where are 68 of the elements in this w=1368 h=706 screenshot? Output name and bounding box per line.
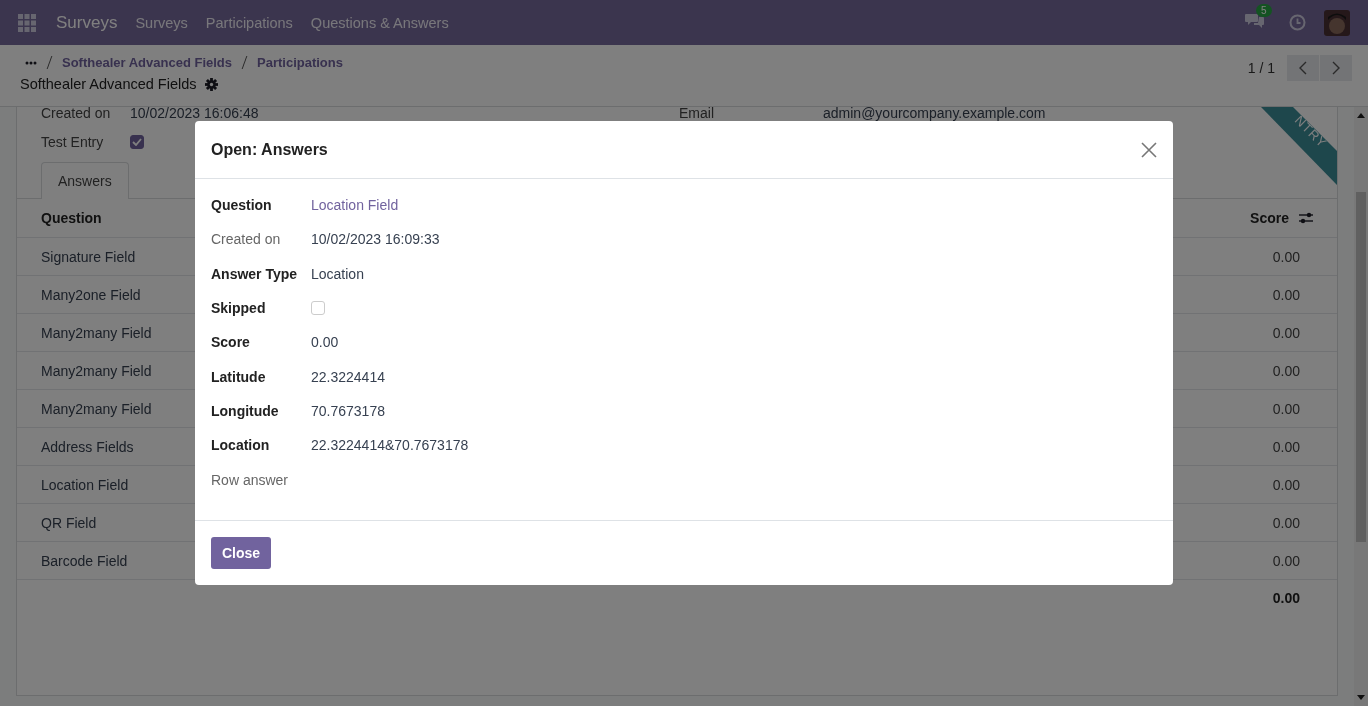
field-label: Longitude [211, 402, 280, 419]
test-entry-checkbox[interactable] [130, 135, 144, 149]
field-label: Skipped [211, 300, 267, 317]
table-cell: Signature Field [41, 248, 136, 265]
table-cell: Many2one Field [41, 286, 141, 303]
table-cell: QR Field [41, 514, 97, 531]
record-title: Softhealer Advanced Fields [20, 76, 197, 92]
chevron-left-icon [1299, 61, 1307, 75]
field-label: Email [679, 107, 715, 120]
column-settings-icon[interactable] [1299, 212, 1313, 224]
table-cell: 0.00 [1272, 438, 1300, 455]
field-label: Question [211, 197, 273, 214]
pager-value: 1 / 1 [1247, 60, 1275, 76]
apps-menu-icon[interactable] [18, 13, 36, 32]
skipped-checkbox[interactable] [311, 301, 325, 316]
previous-button[interactable] [1287, 55, 1319, 81]
close-icon[interactable] [1141, 141, 1157, 158]
table-cell: Address Fields [41, 438, 134, 455]
table-cell: 0.00 [1272, 552, 1300, 569]
table-cell: Many2many Field [41, 400, 152, 417]
field-label: Created on [41, 107, 112, 120]
score-total: 0.00 [1272, 590, 1300, 606]
field-value: 10/02/2023 16:09:33 [311, 231, 440, 248]
table-cell: Many2many Field [41, 324, 152, 341]
close-button[interactable]: Close [211, 537, 272, 569]
message-count-badge: 5 [1256, 4, 1272, 17]
column-header[interactable]: Score [1250, 210, 1289, 226]
field-value: 22.3224414&70.7673178 [311, 437, 469, 454]
question-link[interactable]: Location Field [311, 197, 399, 214]
next-button[interactable] [1320, 55, 1352, 81]
field-value: 22.3224414 [311, 368, 385, 385]
field-label: Latitude [211, 368, 267, 385]
dialog-title: Open: Answers [211, 140, 328, 159]
avatar-icon[interactable] [1324, 9, 1350, 36]
table-cell: 0.00 [1272, 248, 1300, 265]
menu-item[interactable]: Surveys [135, 14, 188, 31]
app-name[interactable]: Surveys [56, 12, 118, 33]
field-value: 0.00 [311, 334, 339, 351]
menu-item[interactable]: Questions & Answers [310, 14, 449, 31]
tab[interactable]: Answers [41, 162, 129, 199]
table-cell: 0.00 [1272, 286, 1300, 303]
table-cell: Barcode Field [41, 552, 128, 569]
field-value: 70.7673178 [311, 402, 385, 419]
scroll-up-icon[interactable] [1357, 113, 1365, 118]
clock-icon[interactable] [1289, 14, 1306, 31]
scrollbar-thumb[interactable] [1356, 192, 1366, 542]
field-label: Row answer [211, 471, 290, 488]
table-cell: 0.00 [1272, 324, 1300, 341]
field-value: Location [311, 265, 364, 282]
field-label: Answer Type [211, 265, 299, 282]
menu-item[interactable]: Participations [205, 14, 293, 31]
scroll-down-icon[interactable] [1357, 695, 1365, 700]
breadcrumb-link[interactable]: Participations [257, 55, 343, 70]
breadcrumb-link[interactable]: Softhealer Advanced Fields [62, 55, 232, 70]
chevron-right-icon [1332, 61, 1340, 75]
ellipsis-icon[interactable] [25, 60, 37, 65]
field-label: Created on [211, 231, 282, 248]
table-cell: 0.00 [1272, 514, 1300, 531]
table-cell: 0.00 [1272, 362, 1300, 379]
field-label: Test Entry [41, 134, 105, 150]
field-label: Location [211, 437, 271, 454]
settings-icon[interactable] [204, 77, 218, 91]
table-cell: 0.00 [1272, 476, 1300, 493]
table-cell: Many2many Field [41, 362, 152, 379]
table-cell: Location Field [41, 476, 129, 493]
table-cell: 0.00 [1272, 400, 1300, 417]
field-label: Score [211, 334, 251, 351]
chat-icon[interactable] [1245, 12, 1265, 30]
